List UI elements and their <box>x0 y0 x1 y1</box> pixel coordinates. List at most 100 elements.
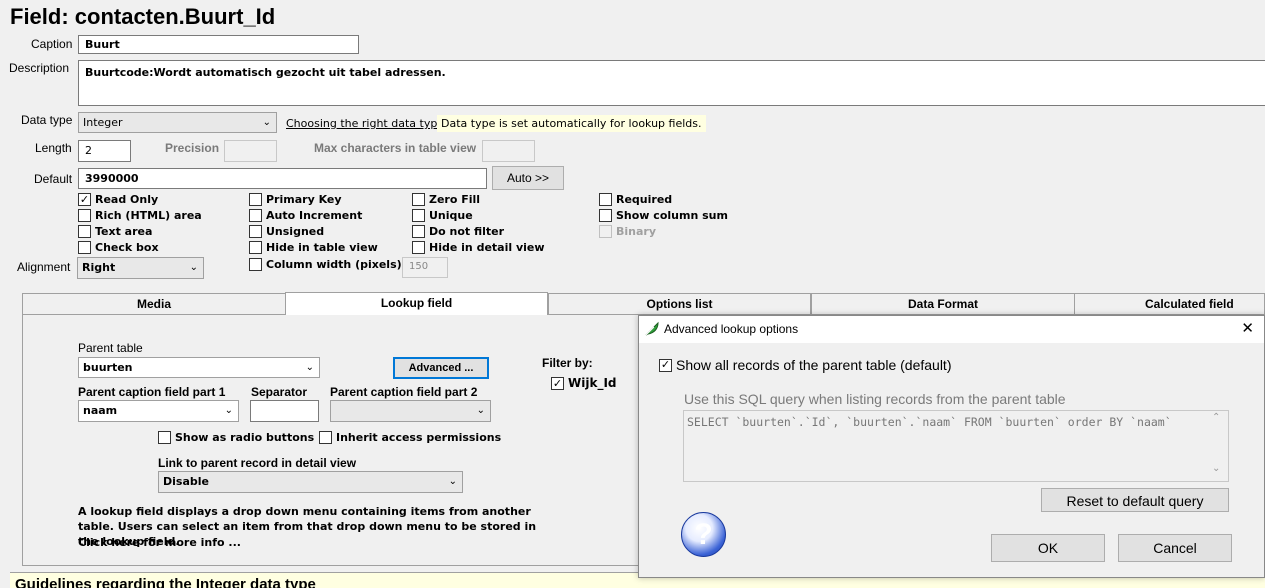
column-width-checkbox[interactable]: Column width (pixels) <box>249 258 402 271</box>
tab-options-list[interactable]: Options list <box>548 293 811 314</box>
checkbox-label: Primary Key <box>266 193 342 206</box>
chevron-down-icon: ⌄ <box>476 405 485 416</box>
checkbox-label: Rich (HTML) area <box>95 209 202 222</box>
scroll-down-icon[interactable]: ⌄ <box>1212 463 1220 474</box>
length-input[interactable]: 2 <box>78 140 131 162</box>
checkbox-box <box>249 193 262 206</box>
tab-media[interactable]: Media <box>22 293 286 314</box>
do-not-filter-checkbox[interactable]: Do not filter <box>412 225 504 238</box>
hide-table-checkbox[interactable]: Hide in table view <box>249 241 378 254</box>
tab-data-format[interactable]: Data Format <box>811 293 1075 314</box>
tab-calculated-field[interactable]: Calculated field <box>1074 293 1265 314</box>
checkbox-label: Required <box>616 193 673 206</box>
required-checkbox[interactable]: Required <box>599 193 672 206</box>
more-info-link[interactable]: Click here for more info ... <box>78 536 241 549</box>
sql-query-textarea[interactable]: SELECT `buurten`.`Id`, `buurten`.`naam` … <box>683 410 1229 482</box>
advanced-button[interactable]: Advanced ... <box>393 357 489 379</box>
inherit-permissions-checkbox[interactable]: Inherit access permissions <box>319 431 501 444</box>
checkbox-box <box>412 225 425 238</box>
caption2-select[interactable]: ⌄ <box>330 400 491 422</box>
rich-html-checkbox[interactable]: Rich (HTML) area <box>78 209 202 222</box>
caption1-select[interactable]: naam ⌄ <box>78 400 239 422</box>
checkbox-box <box>158 431 171 444</box>
checkbox-label: Show as radio buttons <box>175 431 315 444</box>
checkbox-label: Wijk_Id <box>568 376 617 390</box>
checkbox-box <box>249 209 262 222</box>
checkbox-label: Check box <box>95 241 159 254</box>
auto-button[interactable]: Auto >> <box>492 166 564 190</box>
parent-table-select[interactable]: buurten ⌄ <box>78 357 320 378</box>
checkbox-box <box>78 209 91 222</box>
checkbox-box: ✓ <box>659 358 672 372</box>
datatype-value: Integer <box>83 116 123 129</box>
chevron-down-icon: ⌄ <box>305 362 314 373</box>
length-label: Length <box>35 141 72 155</box>
tab-lookup-field[interactable]: Lookup field <box>285 292 548 315</box>
description-label: Description <box>9 61 70 75</box>
checkbox-box <box>249 225 262 238</box>
primary-key-checkbox[interactable]: Primary Key <box>249 193 342 206</box>
check-box-checkbox[interactable]: Check box <box>78 241 159 254</box>
checkbox-box <box>249 241 262 254</box>
column-width-input[interactable]: 150 <box>402 257 448 278</box>
checkbox-label: Do not filter <box>429 225 505 238</box>
help-icon[interactable]: ? <box>681 512 726 557</box>
checkbox-label: Auto Increment <box>266 209 363 222</box>
sql-label: Use this SQL query when listing records … <box>684 391 1066 407</box>
checkbox-box <box>78 241 91 254</box>
radio-buttons-checkbox[interactable]: Show as radio buttons <box>158 431 314 444</box>
caption1-label: Parent caption field part 1 <box>78 385 226 399</box>
dialog-title: Advanced lookup options <box>664 322 799 336</box>
zero-fill-checkbox[interactable]: Zero Fill <box>412 193 480 206</box>
binary-checkbox: Binary <box>599 225 656 238</box>
caption2-label: Parent caption field part 2 <box>330 385 478 399</box>
unsigned-checkbox[interactable]: Unsigned <box>249 225 324 238</box>
checkbox-label: Binary <box>616 225 657 238</box>
dialog-titlebar: Advanced lookup options ✕ <box>639 316 1264 343</box>
chevron-down-icon: ⌄ <box>448 476 457 487</box>
default-input[interactable]: 3990000 <box>78 168 487 189</box>
precision-input <box>224 140 277 162</box>
show-sum-checkbox[interactable]: Show column sum <box>599 209 728 222</box>
filter-wijk-checkbox[interactable]: ✓ Wijk_Id <box>551 376 617 390</box>
chevron-down-icon: ⌄ <box>224 405 233 416</box>
maxchars-input <box>482 140 535 162</box>
link-parent-select[interactable]: Disable ⌄ <box>158 471 463 493</box>
caption-input[interactable]: Buurt <box>78 35 359 54</box>
show-all-records-checkbox[interactable]: ✓ Show all records of the parent table (… <box>659 357 952 373</box>
maxchars-label: Max characters in table view <box>314 141 477 155</box>
checkbox-label: Text area <box>95 225 153 238</box>
checkbox-box <box>412 209 425 222</box>
datatype-select[interactable]: Integer ⌄ <box>78 112 277 133</box>
reset-query-button[interactable]: Reset to default query <box>1041 488 1229 512</box>
chevron-down-icon: ⌄ <box>189 262 198 273</box>
separator-input[interactable] <box>250 400 319 422</box>
text-area-checkbox[interactable]: Text area <box>78 225 152 238</box>
parent-table-label: Parent table <box>78 341 143 355</box>
hide-detail-checkbox[interactable]: Hide in detail view <box>412 241 545 254</box>
scroll-up-icon[interactable]: ⌃ <box>1212 412 1220 423</box>
ok-button[interactable]: OK <box>991 534 1105 562</box>
cancel-button[interactable]: Cancel <box>1118 534 1232 562</box>
checkbox-box <box>599 193 612 206</box>
close-icon[interactable]: ✕ <box>1241 319 1254 337</box>
datatype-help-link[interactable]: Choosing the right data type <box>286 117 444 130</box>
chevron-down-icon: ⌄ <box>262 117 271 128</box>
checkbox-label: Show column sum <box>616 209 728 222</box>
checkbox-box <box>412 241 425 254</box>
feather-icon <box>645 321 659 336</box>
checkbox-label: Show all records of the parent table (de… <box>676 357 952 373</box>
checkbox-label: Hide in table view <box>266 241 378 254</box>
precision-label: Precision <box>165 141 220 155</box>
description-input[interactable]: Buurtcode:Wordt automatisch gezocht uit … <box>78 60 1265 106</box>
unique-checkbox[interactable]: Unique <box>412 209 473 222</box>
checkbox-box <box>599 209 612 222</box>
checkbox-label: Unique <box>429 209 473 222</box>
checkbox-box: ✓ <box>551 376 564 390</box>
auto-increment-checkbox[interactable]: Auto Increment <box>249 209 362 222</box>
checkbox-label: Unsigned <box>266 225 325 238</box>
alignment-select[interactable]: Right ⌄ <box>77 257 204 279</box>
read-only-checkbox[interactable]: ✓ Read Only <box>78 193 158 206</box>
parent-table-value: buurten <box>83 361 133 374</box>
checkbox-box <box>249 258 262 271</box>
